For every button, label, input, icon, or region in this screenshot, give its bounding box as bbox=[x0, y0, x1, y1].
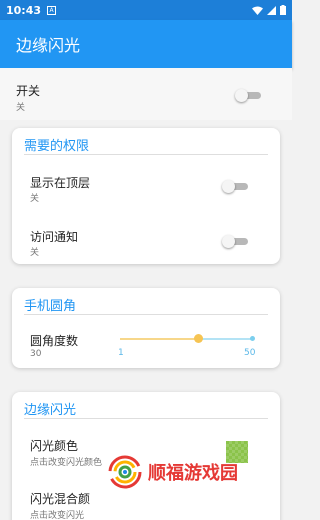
toggle-thumb bbox=[222, 180, 235, 193]
slider-thumb[interactable] bbox=[194, 334, 204, 343]
master-switch-toggle[interactable] bbox=[235, 89, 261, 102]
flash-blend-color-subtitle: 点击改变闪光 bbox=[30, 511, 85, 520]
status-bar: 10:43 A bbox=[0, 0, 292, 20]
permissions-header: 需要的权限 bbox=[24, 139, 90, 154]
overlay-permission-toggle[interactable] bbox=[222, 180, 248, 193]
app-title: 边缘闪光 bbox=[16, 36, 81, 55]
watermark: 顺福游戏园 bbox=[108, 452, 292, 492]
battery-icon bbox=[280, 5, 286, 15]
permission-item-overlay[interactable]: 显示在顶层 关 bbox=[12, 162, 280, 206]
permission-item-state: 关 bbox=[30, 248, 40, 258]
corner-radius-label: 圆角度数 bbox=[30, 334, 79, 348]
toggle-thumb bbox=[222, 235, 235, 248]
permission-item-state: 关 bbox=[30, 194, 40, 204]
notification-icon: A bbox=[47, 5, 57, 15]
watermark-logo bbox=[108, 455, 142, 489]
status-time: 10:43 bbox=[6, 3, 42, 17]
master-switch-row[interactable]: 开关 关 bbox=[0, 68, 292, 120]
wifi-icon bbox=[252, 6, 263, 15]
slider-min-label: 1 bbox=[118, 348, 124, 358]
permission-item-title: 访问通知 bbox=[30, 230, 79, 244]
corner-radius-value: 30 bbox=[30, 349, 42, 359]
master-switch-state: 关 bbox=[16, 103, 26, 113]
slider-max-label: 50 bbox=[244, 348, 256, 358]
edge-flash-header: 边缘闪光 bbox=[24, 403, 77, 418]
toggle-thumb bbox=[235, 89, 248, 102]
signal-icon bbox=[267, 5, 276, 15]
divider bbox=[24, 418, 268, 419]
divider bbox=[24, 314, 268, 315]
status-icons bbox=[252, 5, 286, 15]
permissions-card: 需要的权限 显示在顶层 关 访问通知 关 bbox=[12, 128, 280, 264]
app-bar: 边缘闪光 bbox=[0, 20, 292, 68]
permission-item-title: 显示在顶层 bbox=[30, 176, 91, 190]
flash-color-subtitle: 点击改变闪光颜色 bbox=[30, 458, 103, 468]
corner-radius-slider[interactable] bbox=[120, 332, 255, 346]
permission-item-notification[interactable]: 访问通知 关 bbox=[12, 216, 280, 260]
corner-header: 手机圆角 bbox=[24, 299, 77, 314]
flash-blend-color-title: 闪光混合颜 bbox=[30, 492, 91, 506]
divider bbox=[24, 154, 268, 155]
flash-color-title: 闪光颜色 bbox=[30, 439, 79, 453]
master-switch-title: 开关 bbox=[16, 84, 41, 98]
corner-card: 手机圆角 圆角度数 30 1 50 bbox=[12, 288, 280, 368]
notification-access-toggle[interactable] bbox=[222, 235, 248, 248]
slider-end-dot bbox=[250, 336, 255, 341]
watermark-text: 顺福游戏园 bbox=[148, 463, 238, 484]
slider-fill bbox=[120, 338, 199, 340]
